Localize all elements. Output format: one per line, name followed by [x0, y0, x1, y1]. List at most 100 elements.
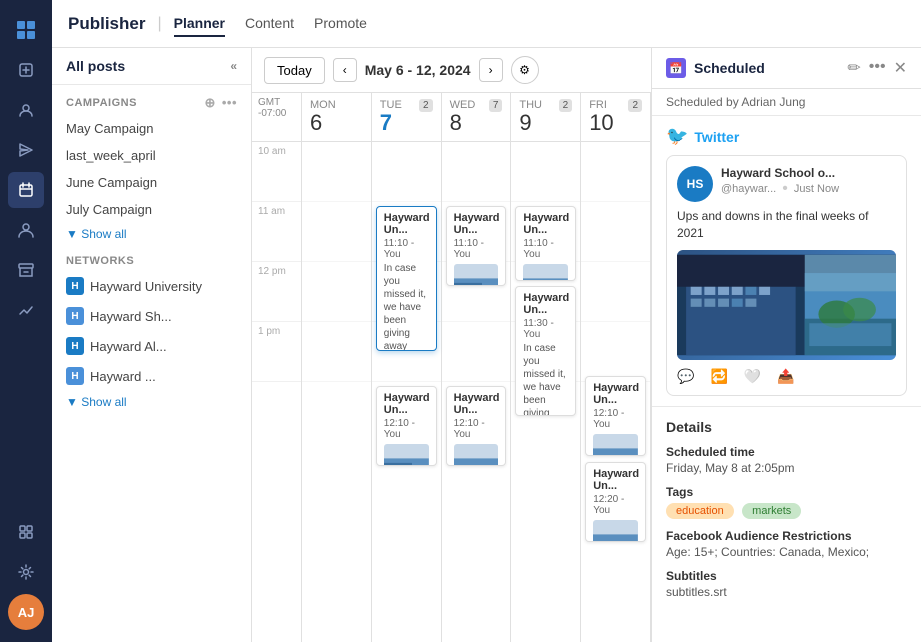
cal-time-col: 10 am 11 am 12 pm 1 pm	[252, 142, 302, 642]
prev-arrow[interactable]: ‹	[333, 58, 357, 82]
campaign-item-july[interactable]: July Campaign	[52, 196, 251, 223]
event-fri-2[interactable]: Hayward Un... 12:20 - You ⬛🖼	[585, 462, 646, 542]
cal-fri-num: 10	[589, 111, 613, 135]
cal-header-tue: Tue 7 2	[372, 93, 442, 141]
event-wed-1-img	[454, 264, 499, 286]
campaign-item-may[interactable]: May Campaign	[52, 115, 251, 142]
campaigns-more-icon[interactable]: •••	[222, 95, 237, 111]
event-fri-1-time: 12:10 - You	[593, 408, 638, 430]
tweet-share-btn[interactable]: 📤	[777, 368, 794, 385]
cal-mon-num: 6	[310, 111, 336, 135]
twitter-label: 🐦 Twitter	[666, 126, 907, 147]
right-panel: 📅 Scheduled ✏ ••• ✕ Scheduled by Adrian …	[651, 48, 921, 642]
sidebar-icon-settings[interactable]	[8, 554, 44, 590]
network-hayward-al[interactable]: H Hayward Al...	[52, 331, 251, 361]
event-wed-1[interactable]: Hayward Un... 11:10 - You ⬛🖼	[446, 206, 507, 286]
tweet-retweet-btn[interactable]: 🔁	[710, 368, 727, 385]
calendar-grid: GMT -07:00 Mon 6 Tue	[252, 93, 651, 642]
scheduled-by: Scheduled by Adrian Jung	[652, 89, 921, 116]
event-tue-2-title: Hayward Un...	[384, 392, 429, 416]
sidebar-icon-send[interactable]	[8, 132, 44, 168]
cal-col-mon	[302, 142, 372, 642]
detail-tags-values: education markets	[666, 501, 907, 519]
sidebar-icon-grid[interactable]	[8, 514, 44, 550]
twitter-section: 🐦 Twitter HS Hayward School o... @haywar…	[652, 116, 921, 406]
time-10am: 10 am	[252, 142, 301, 202]
all-posts-header: All posts «	[52, 48, 251, 85]
twitter-label-text: Twitter	[694, 129, 739, 145]
cal-header-mon: Mon 6	[302, 93, 372, 141]
campaign-item-april[interactable]: last_week_april	[52, 142, 251, 169]
close-icon[interactable]: ✕	[894, 58, 907, 78]
event-fri-1-img	[593, 434, 638, 456]
cal-thu-num: 9	[519, 111, 542, 135]
tag-education[interactable]: education	[666, 503, 734, 519]
event-tue-2[interactable]: Hayward Un... 12:10 - You ⬛🖼	[376, 386, 437, 466]
event-tue-1[interactable]: Hayward Un... 11:10 - You In case you mi…	[376, 206, 437, 351]
nav-link-content[interactable]: Content	[245, 11, 294, 37]
networks-label: NETWORKS	[66, 255, 134, 267]
event-tue-2-img	[384, 444, 429, 466]
today-button[interactable]: Today	[264, 57, 325, 84]
tweet-like-btn[interactable]: 🤍	[744, 368, 761, 385]
nav-link-promote[interactable]: Promote	[314, 11, 367, 37]
collapse-btn[interactable]: «	[230, 59, 237, 73]
sidebar-icon-calendar[interactable]	[8, 172, 44, 208]
event-wed-2-time: 12:10 - You	[454, 418, 499, 440]
detail-tags-label: Tags	[666, 485, 907, 499]
campaigns-show-all[interactable]: ▼ Show all	[52, 223, 251, 245]
detail-fb-restrictions: Facebook Audience Restrictions Age: 15+;…	[666, 529, 907, 559]
network-icon-4: H	[66, 367, 84, 385]
sidebar-icon-person[interactable]	[8, 212, 44, 248]
network-label-2: Hayward Sh...	[90, 309, 172, 324]
more-icon[interactable]: •••	[869, 58, 886, 78]
event-thu-1[interactable]: Hayward Un... 11:10 - You	[515, 206, 576, 281]
next-arrow[interactable]: ›	[479, 58, 503, 82]
all-posts-label: All posts	[66, 58, 125, 74]
sidebar-icon-archive[interactable]	[8, 252, 44, 288]
sidebar-icon-avatar[interactable]: AJ	[8, 594, 44, 630]
cal-col-tue: Hayward Un... 11:10 - You In case you mi…	[372, 142, 442, 642]
right-panel-title: Scheduled	[694, 60, 839, 76]
time-12pm: 12 pm	[252, 262, 301, 322]
event-wed-1-time: 11:10 - You	[454, 238, 499, 260]
sidebar-icon-compose[interactable]	[8, 52, 44, 88]
event-wed-2-img	[454, 444, 499, 466]
network-hayward-4[interactable]: H Hayward ...	[52, 361, 251, 391]
twitter-bird-icon: 🐦	[666, 126, 688, 147]
networks-show-all[interactable]: ▼ Show all	[52, 391, 251, 413]
calendar-area: Today ‹ May 6 - 12, 2024 › ⚙ GMT -07:00	[252, 48, 651, 642]
event-fri-2-img	[593, 520, 638, 542]
campaigns-header-actions: ⊕ •••	[204, 95, 237, 111]
details-section: Details Scheduled time Friday, May 8 at …	[652, 406, 921, 642]
cal-thu-badge: 2	[559, 99, 573, 112]
event-fri-1[interactable]: Hayward Un... 12:10 - You ⬛🖼	[585, 376, 646, 456]
nav-link-planner[interactable]: Planner	[174, 11, 225, 37]
tweet-reply-btn[interactable]: 💬	[677, 368, 694, 385]
edit-icon[interactable]: ✏	[847, 58, 860, 78]
event-wed-2-title: Hayward Un...	[454, 392, 499, 416]
campaigns-add-icon[interactable]: ⊕	[204, 95, 215, 111]
network-label-4: Hayward ...	[90, 369, 156, 384]
network-hayward-univ[interactable]: H Hayward University	[52, 271, 251, 301]
event-thu-2[interactable]: Hayward Un... 11:30 - You In case you mi…	[515, 286, 576, 416]
cal-header-row: GMT -07:00 Mon 6 Tue	[252, 93, 651, 142]
event-wed-1-title: Hayward Un...	[454, 212, 499, 236]
tag-markets[interactable]: markets	[742, 503, 801, 519]
event-fri-2-title: Hayward Un...	[593, 468, 638, 492]
event-wed-2[interactable]: Hayward Un... 12:10 - You	[446, 386, 507, 466]
tweet-image	[677, 250, 896, 360]
sidebar-icon-logo[interactable]	[8, 12, 44, 48]
sidebar-icon-chart[interactable]	[8, 292, 44, 328]
cal-col-fri: Hayward Un... 12:10 - You ⬛🖼 Hayward Un.…	[581, 142, 651, 642]
cal-wed-num: 8	[450, 111, 476, 135]
cal-col-wed: Hayward Un... 11:10 - You ⬛🖼	[442, 142, 512, 642]
tweet-actions: 💬 🔁 🤍 📤	[677, 368, 896, 385]
sidebar-icon-users[interactable]	[8, 92, 44, 128]
network-hayward-sh[interactable]: H Hayward Sh...	[52, 301, 251, 331]
calendar-settings-btn[interactable]: ⚙	[511, 56, 539, 84]
time-11am: 11 am	[252, 202, 301, 262]
publisher-main: Publisher | Planner Content Promote All …	[52, 0, 921, 642]
networks-section-header: NETWORKS	[52, 245, 251, 271]
campaign-item-june[interactable]: June Campaign	[52, 169, 251, 196]
